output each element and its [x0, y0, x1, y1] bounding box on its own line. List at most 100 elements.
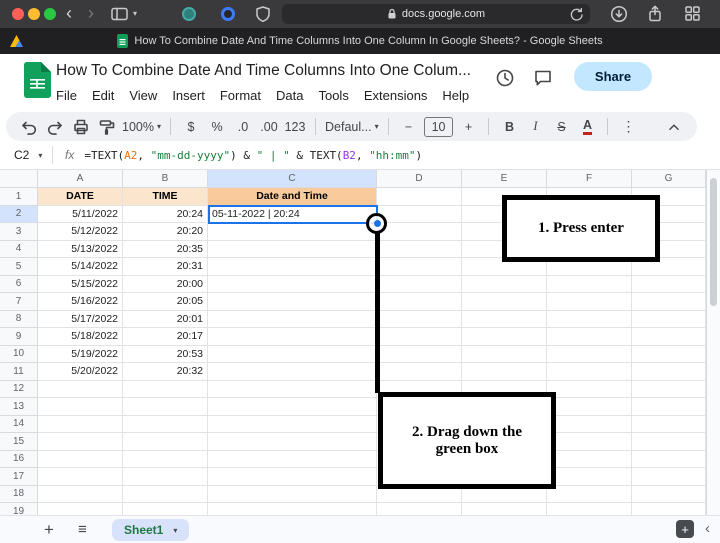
cell-C10[interactable]	[208, 345, 377, 363]
column-header-G[interactable]: G	[632, 170, 706, 188]
row-header-1[interactable]: 1	[0, 188, 38, 206]
cell-A11[interactable]: 5/20/2022	[38, 363, 123, 381]
cell-F17[interactable]	[547, 468, 632, 486]
downloads-icon[interactable]	[610, 5, 628, 23]
cell-E8[interactable]	[462, 310, 547, 328]
cell-G18[interactable]	[632, 485, 706, 503]
cell-D8[interactable]	[377, 310, 462, 328]
cell-G19[interactable]	[632, 503, 706, 515]
text-color-button[interactable]: A	[576, 115, 598, 139]
cell-B5[interactable]: 20:31	[123, 258, 208, 276]
column-header-F[interactable]: F	[547, 170, 632, 188]
collapse-toolbar-button[interactable]	[663, 115, 685, 139]
cell-C1[interactable]: Date and Time	[208, 188, 377, 206]
cell-A8[interactable]: 5/17/2022	[38, 310, 123, 328]
cell-A19[interactable]	[38, 503, 123, 515]
paint-format-button[interactable]	[96, 115, 118, 139]
cell-G10[interactable]	[632, 345, 706, 363]
cell-A12[interactable]	[38, 380, 123, 398]
sheet-tab-menu-icon[interactable]: ▾	[173, 526, 177, 535]
menu-help[interactable]: Help	[439, 86, 472, 105]
row-header-3[interactable]: 3	[0, 223, 38, 241]
fill-handle[interactable]	[374, 220, 381, 227]
cell-E7[interactable]	[462, 293, 547, 311]
cell-C15[interactable]	[208, 433, 377, 451]
cell-A18[interactable]	[38, 485, 123, 503]
cell-B14[interactable]	[123, 415, 208, 433]
row-header-18[interactable]: 18	[0, 485, 38, 503]
cell-D5[interactable]	[377, 258, 462, 276]
row-header-6[interactable]: 6	[0, 275, 38, 293]
strikethrough-button[interactable]: S	[550, 115, 572, 139]
scrollbar-thumb[interactable]	[710, 178, 717, 306]
cell-D3[interactable]	[377, 223, 462, 241]
name-box[interactable]: C2 ▾	[0, 148, 46, 162]
decrease-font-size-button[interactable]: −	[398, 115, 420, 139]
reload-icon[interactable]	[568, 6, 584, 22]
cell-G17[interactable]	[632, 468, 706, 486]
select-all-corner[interactable]	[0, 170, 38, 188]
cell-F15[interactable]	[547, 433, 632, 451]
cell-D10[interactable]	[377, 345, 462, 363]
cell-D1[interactable]	[377, 188, 462, 206]
menu-data[interactable]: Data	[273, 86, 306, 105]
row-header-15[interactable]: 15	[0, 433, 38, 451]
vertical-scrollbar[interactable]	[706, 170, 720, 515]
cell-F8[interactable]	[547, 310, 632, 328]
cell-E9[interactable]	[462, 328, 547, 346]
scroll-left-icon[interactable]: ‹	[705, 520, 710, 537]
row-header-12[interactable]: 12	[0, 380, 38, 398]
cell-B16[interactable]	[123, 450, 208, 468]
menu-tools[interactable]: Tools	[315, 86, 351, 105]
cell-C13[interactable]	[208, 398, 377, 416]
cell-G16[interactable]	[632, 450, 706, 468]
cell-B4[interactable]: 20:35	[123, 240, 208, 258]
row-header-19[interactable]: 19	[0, 503, 38, 515]
cell-F18[interactable]	[547, 485, 632, 503]
column-header-B[interactable]: B	[123, 170, 208, 188]
cell-E19[interactable]	[462, 503, 547, 515]
cell-C6[interactable]	[208, 275, 377, 293]
cell-D4[interactable]	[377, 240, 462, 258]
currency-format-button[interactable]: $	[180, 115, 202, 139]
cell-B17[interactable]	[123, 468, 208, 486]
cell-A14[interactable]	[38, 415, 123, 433]
menu-extensions[interactable]: Extensions	[361, 86, 431, 105]
cell-C5[interactable]	[208, 258, 377, 276]
increase-font-size-button[interactable]: +	[457, 115, 479, 139]
add-sheet-button[interactable]: +	[44, 520, 54, 540]
cell-A2[interactable]: 5/11/2022	[38, 205, 123, 223]
cell-B9[interactable]: 20:17	[123, 328, 208, 346]
cell-B11[interactable]: 20:32	[123, 363, 208, 381]
redo-button[interactable]	[44, 115, 66, 139]
column-header-D[interactable]: D	[377, 170, 462, 188]
menu-insert[interactable]: Insert	[169, 86, 208, 105]
row-header-5[interactable]: 5	[0, 258, 38, 276]
more-toolbar-button[interactable]: ⋮	[617, 115, 639, 139]
cell-E10[interactable]	[462, 345, 547, 363]
bold-button[interactable]: B	[498, 115, 520, 139]
cell-B8[interactable]: 20:01	[123, 310, 208, 328]
menu-edit[interactable]: Edit	[89, 86, 117, 105]
forward-button[interactable]: ›	[88, 3, 94, 23]
cell-C16[interactable]	[208, 450, 377, 468]
cell-F9[interactable]	[547, 328, 632, 346]
zoom-window-button[interactable]	[44, 8, 56, 20]
privacy-shield-icon[interactable]	[254, 5, 272, 23]
cell-F7[interactable]	[547, 293, 632, 311]
cell-A10[interactable]: 5/19/2022	[38, 345, 123, 363]
cell-G12[interactable]	[632, 380, 706, 398]
row-header-10[interactable]: 10	[0, 345, 38, 363]
cell-G11[interactable]	[632, 363, 706, 381]
cell-B12[interactable]	[123, 380, 208, 398]
cell-C19[interactable]	[208, 503, 377, 515]
cell-G13[interactable]	[632, 398, 706, 416]
cell-A9[interactable]: 5/18/2022	[38, 328, 123, 346]
cell-B10[interactable]: 20:53	[123, 345, 208, 363]
cell-D2[interactable]	[377, 205, 462, 223]
cell-B2[interactable]: 20:24	[123, 205, 208, 223]
increase-decimal-button[interactable]: .00	[258, 115, 280, 139]
cell-G9[interactable]	[632, 328, 706, 346]
cell-C4[interactable]	[208, 240, 377, 258]
cell-G15[interactable]	[632, 433, 706, 451]
